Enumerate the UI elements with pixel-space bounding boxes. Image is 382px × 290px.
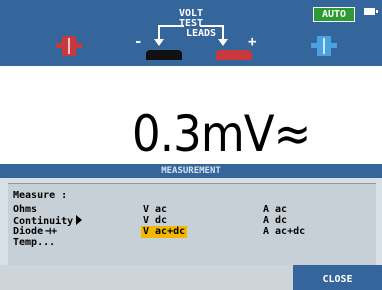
header-bar: VOLT TEST LEADS - + AUTO [0, 0, 382, 66]
menu-item-a-ac-label: A ac [263, 204, 288, 215]
menu-title: MEASUREMENT [0, 164, 382, 178]
menu-item-v-ac-dc[interactable]: V ac+dc [141, 226, 188, 238]
lead-arrow-left-icon [154, 39, 164, 46]
menu-item-v-dc-label: V dc [143, 215, 168, 226]
auto-range-badge: AUTO [313, 7, 355, 22]
menu-item-a-ac-dc-label: A ac+dc [263, 226, 306, 237]
menu-item-ohms-label: Ohms [13, 204, 38, 215]
lead-line-left-vertical [158, 25, 160, 39]
lead-line-right-horizontal [200, 25, 224, 27]
reading-display: 0.3mV≈ [0, 66, 382, 164]
red-plug-icon [216, 50, 252, 60]
header-leads-label: LEADS [185, 28, 217, 39]
blue-probe-icon [311, 36, 337, 56]
lead-arrow-right-icon [218, 39, 228, 46]
menu-item-temp[interactable]: Temp... [13, 237, 55, 249]
continuity-arrow-icon [76, 215, 83, 225]
menu-item-a-dc-label: A dc [263, 215, 288, 226]
black-plug-icon [146, 50, 182, 60]
menu-panel: Measure : Ohms Continuity Diode ⊣+ Temp..… [8, 183, 376, 265]
lead-line-right-vertical [222, 25, 224, 39]
menu-item-a-ac-dc[interactable]: A ac+dc [263, 226, 305, 238]
menu-item-v-ac-dc-label: V ac+dc [143, 226, 186, 237]
plus-terminal-label: + [248, 34, 257, 50]
softkey-bar: CLOSE [0, 265, 382, 290]
red-probe-icon [56, 36, 82, 56]
main-reading: 0.3mV≈ [132, 105, 311, 163]
close-button[interactable]: CLOSE [293, 265, 382, 290]
measure-heading: Measure : [13, 190, 68, 201]
battery-icon [364, 8, 378, 15]
menu-item-diode-label: Diode [13, 226, 44, 237]
menu-item-temp-label: Temp... [13, 237, 56, 248]
menu-item-v-ac-label: V ac [143, 204, 168, 215]
measurement-menu: Measure : Ohms Continuity Diode ⊣+ Temp..… [0, 178, 382, 265]
lead-line-left-horizontal [158, 25, 184, 27]
minus-terminal-label: - [134, 34, 143, 50]
